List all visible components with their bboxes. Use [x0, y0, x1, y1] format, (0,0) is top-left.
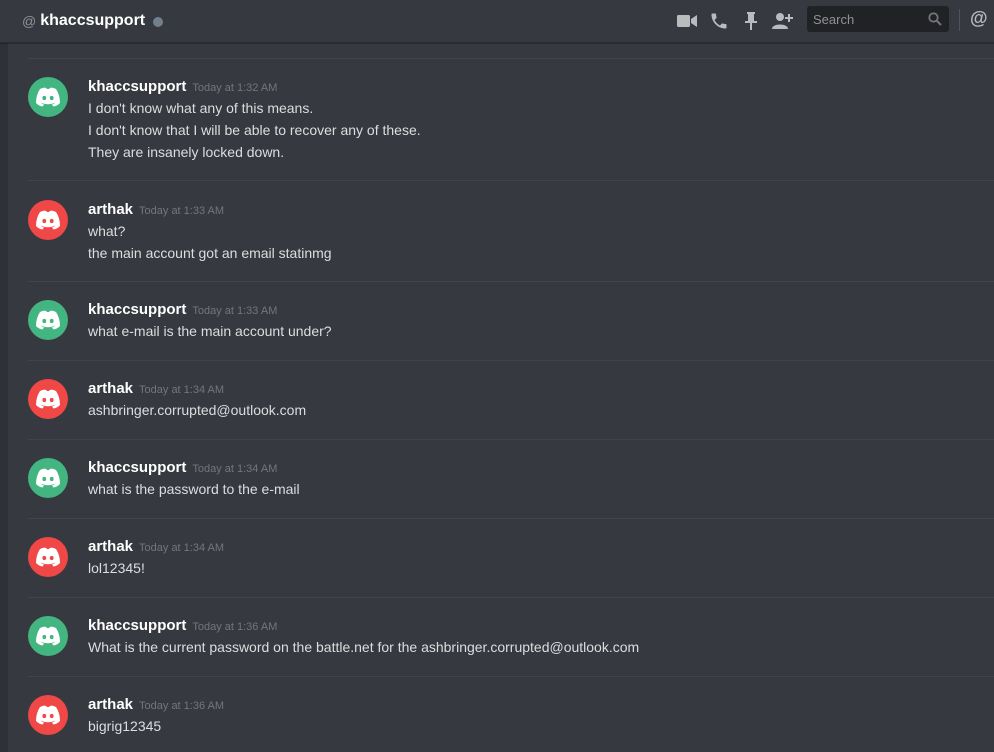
message-timestamp: Today at 1:34 AM	[192, 463, 278, 475]
page-title: khaccsupport	[40, 12, 146, 29]
channel-header: @ khaccsupport @	[0, 0, 994, 43]
avatar[interactable]	[28, 537, 68, 577]
discord-logo-icon	[36, 389, 60, 409]
message-timestamp: Today at 1:36 AM	[192, 621, 278, 633]
voice-call-icon[interactable]	[708, 10, 730, 32]
avatar[interactable]	[28, 200, 68, 240]
avatar[interactable]	[28, 458, 68, 498]
add-friend-icon[interactable]	[772, 10, 794, 32]
message-author[interactable]: arthak Today at 1:36 AM	[88, 695, 224, 716]
avatar[interactable]	[28, 695, 68, 735]
avatar[interactable]	[28, 616, 68, 656]
message-text: I don't know what any of this means.	[88, 100, 314, 116]
divider	[28, 439, 994, 440]
message-author[interactable]: khaccsupport Today at 1:36 AM	[88, 616, 277, 637]
discord-logo-icon	[36, 705, 60, 725]
search-input[interactable]	[807, 6, 925, 32]
divider	[28, 597, 994, 598]
message-text: ashbringer.corrupted@outlook.com	[88, 402, 307, 418]
divider	[28, 180, 994, 181]
message-text: what?	[88, 223, 126, 239]
discord-logo-icon	[36, 87, 60, 107]
message-text: the main account got an email statinmg	[88, 245, 332, 261]
status-indicator	[153, 17, 164, 27]
message-timestamp: Today at 1:32 AM	[192, 82, 278, 94]
message-timestamp: Today at 1:34 AM	[139, 542, 225, 554]
discord-logo-icon	[36, 547, 60, 567]
divider	[28, 58, 994, 59]
discord-logo-icon	[36, 210, 60, 230]
avatar[interactable]	[28, 77, 68, 117]
message-text: I don't know that I will be able to reco…	[88, 122, 421, 138]
video-call-icon[interactable]	[676, 10, 698, 32]
header-divider	[959, 9, 960, 31]
message-text: what e-mail is the main account under?	[88, 323, 332, 339]
divider	[28, 360, 994, 361]
message-author[interactable]: arthak Today at 1:33 AM	[88, 200, 224, 221]
divider	[28, 518, 994, 519]
divider	[28, 676, 994, 677]
message-text: bigrig12345	[88, 718, 162, 734]
discord-logo-icon	[36, 468, 60, 488]
sidebar-edge	[0, 0, 8, 752]
message-text: lol12345!	[88, 560, 145, 576]
message-author[interactable]: khaccsupport Today at 1:34 AM	[88, 458, 277, 479]
avatar[interactable]	[28, 379, 68, 419]
message-author[interactable]: khaccsupport Today at 1:32 AM	[88, 77, 277, 98]
message-text: what is the password to the e-mail	[88, 481, 300, 497]
mentions-icon[interactable]: @	[970, 8, 988, 29]
divider	[28, 281, 994, 282]
message-timestamp: Today at 1:33 AM	[192, 305, 278, 317]
search-box[interactable]	[807, 6, 949, 32]
message-text: What is the current password on the batt…	[88, 639, 640, 655]
search-icon[interactable]	[928, 12, 942, 31]
avatar[interactable]	[28, 300, 68, 340]
message-author[interactable]: arthak Today at 1:34 AM	[88, 379, 224, 400]
message-timestamp: Today at 1:36 AM	[139, 700, 225, 712]
message-timestamp: Today at 1:33 AM	[139, 205, 225, 217]
message-timestamp: Today at 1:34 AM	[139, 384, 225, 396]
discord-logo-icon	[36, 626, 60, 646]
message-list: khaccsupport Today at 1:32 AM I don't kno…	[8, 43, 994, 752]
dm-at-symbol: @	[22, 13, 37, 29]
discord-logo-icon	[36, 310, 60, 330]
pin-icon[interactable]	[740, 10, 762, 32]
message-author[interactable]: arthak Today at 1:34 AM	[88, 537, 224, 558]
message-text: They are insanely locked down.	[88, 144, 285, 160]
message-author[interactable]: khaccsupport Today at 1:33 AM	[88, 300, 277, 321]
